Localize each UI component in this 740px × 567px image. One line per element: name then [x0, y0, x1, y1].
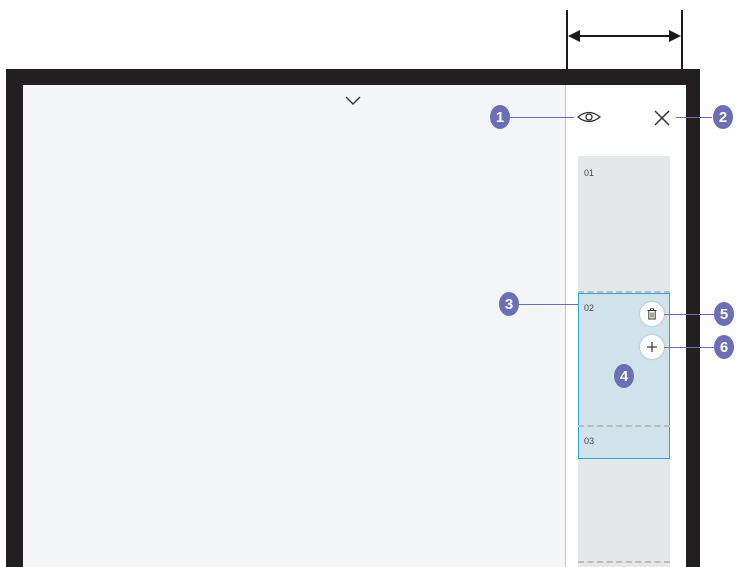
dimension-line-right — [681, 10, 683, 70]
trash-icon — [647, 308, 657, 320]
page-divider — [578, 425, 670, 427]
close-icon[interactable] — [652, 108, 672, 128]
callout-leader — [664, 314, 714, 315]
callout-leader — [676, 117, 712, 118]
page-divider — [578, 561, 670, 563]
callout-badge: 1 — [490, 105, 510, 129]
add-page-button[interactable] — [640, 335, 664, 359]
width-dimension-arrow — [568, 30, 681, 42]
page-thumbnail-label-02[interactable]: 02 — [584, 303, 594, 313]
callout-badge: 4 — [614, 364, 634, 388]
callout-badge: 5 — [714, 302, 734, 326]
callout-leader — [519, 304, 578, 305]
callout-badge: 6 — [714, 335, 734, 359]
eye-icon[interactable] — [576, 109, 602, 125]
callout-badge: 3 — [499, 292, 519, 316]
callout-leader — [664, 347, 714, 348]
page-thumbnail-label-03[interactable]: 03 — [584, 436, 594, 446]
callout-leader — [510, 117, 574, 118]
delete-page-button[interactable] — [640, 302, 664, 326]
callout-badge: 2 — [713, 105, 733, 129]
chevron-down-icon[interactable] — [344, 95, 362, 107]
plus-icon — [647, 342, 657, 352]
page-thumbnail-label-01[interactable]: 01 — [584, 168, 594, 178]
